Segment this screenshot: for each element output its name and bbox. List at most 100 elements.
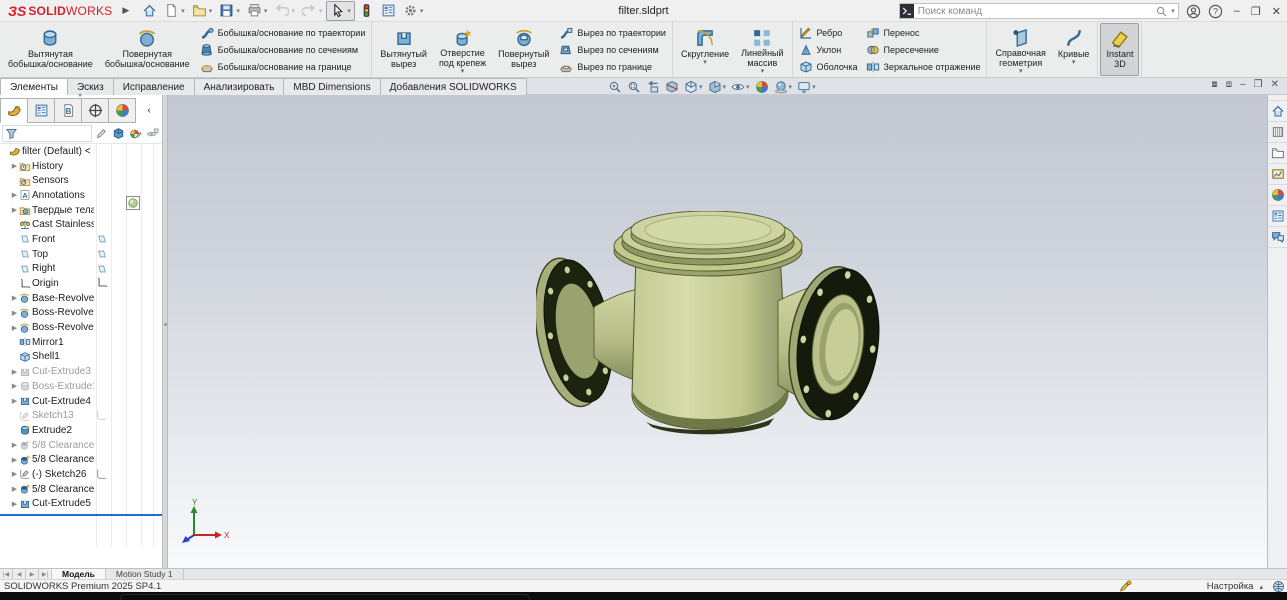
expand-arrow-icon[interactable]: ▶ — [10, 470, 19, 478]
cubecol-column-icon[interactable] — [112, 127, 125, 140]
command-search[interactable]: ▾ — [899, 3, 1179, 19]
pencil-column-icon[interactable] — [95, 127, 108, 140]
dropdown-icon[interactable]: ▾ — [461, 68, 465, 75]
expand-arrow-icon[interactable]: ▶ — [10, 441, 19, 449]
tree-item-boss-revolve2[interactable]: ▶Boss-Revolve2 — [0, 320, 163, 335]
new-document-button[interactable]: ▾ — [161, 1, 188, 21]
nav-next-button[interactable]: ▶ — [26, 569, 39, 579]
intersect-button[interactable]: Пересечение — [866, 41, 981, 58]
tree-filter-input[interactable] — [2, 125, 92, 142]
draft-button[interactable]: Уклон — [799, 41, 858, 58]
lofted-cut-button[interactable]: Вырез по сечениям — [559, 41, 666, 58]
nav-first-button[interactable]: |◀ — [0, 569, 13, 579]
rollback-bar[interactable] — [0, 514, 162, 516]
zoom-to-fit-button[interactable] — [606, 80, 624, 94]
view-settings-button[interactable]: ▾ — [795, 80, 818, 94]
configurationmanager-tab[interactable]: Β — [54, 98, 82, 123]
shell-button[interactable]: Оболочка — [799, 58, 858, 75]
expand-arrow-icon[interactable]: ▶ — [10, 162, 19, 170]
doc-restore-button[interactable]: ❐ — [1254, 79, 1263, 90]
search-input[interactable] — [914, 6, 1155, 17]
edit-appearance-button[interactable] — [753, 80, 771, 94]
appearance-swatch[interactable] — [126, 196, 140, 210]
extruded-boss-base-button[interactable]: Вытянутая бобышка/основание — [2, 23, 99, 76]
doc-minimize-button[interactable]: – — [1240, 79, 1246, 90]
apply-scene-button[interactable]: ▾ — [772, 80, 795, 94]
rebuild-button[interactable] — [356, 1, 377, 21]
expand-arrow-icon[interactable]: ▶ — [10, 206, 19, 214]
doc-close-button[interactable]: ✕ — [1271, 79, 1279, 90]
tree-item-cut-extrude3[interactable]: ▶Cut-Extrude3 — [0, 364, 163, 379]
print-button[interactable]: ▾ — [244, 1, 271, 21]
customize-label[interactable]: Настройка — [1207, 581, 1254, 592]
tree-item-cast-stainless-ste[interactable]: Cast Stainless Ste — [0, 217, 163, 232]
options-list-button[interactable] — [378, 1, 399, 21]
search-dropdown-icon[interactable]: ▾ — [1171, 7, 1175, 15]
tab-элементы[interactable]: Элементы — [0, 78, 68, 95]
tree-item-history[interactable]: ▶History — [0, 159, 163, 174]
tree-item-front[interactable]: Front — [0, 232, 163, 247]
eyecube-column-icon[interactable] — [146, 127, 159, 140]
tree-item-boss-revolve1[interactable]: ▶Boss-Revolve1 — [0, 306, 163, 321]
displaymanager-tab[interactable] — [108, 98, 136, 123]
tab-mbd-dimensions[interactable]: MBD Dimensions — [283, 78, 380, 95]
extruded-cut-button[interactable]: Вытянутый вырез — [374, 23, 433, 76]
part-model[interactable] — [536, 211, 881, 451]
dropdown-icon[interactable]: ▾ — [1072, 59, 1076, 66]
pane-previous-button[interactable]: ⧇ — [1211, 79, 1217, 90]
tree-item-right[interactable]: Right — [0, 262, 163, 277]
curves-button[interactable]: Кривые▾ — [1052, 23, 1096, 76]
help-icon[interactable]: ? — [1208, 4, 1223, 19]
dimxpertmanager-tab[interactable] — [81, 98, 109, 123]
fillet-button[interactable]: Скругление▾ — [675, 23, 735, 76]
view-palette-tab[interactable] — [1268, 164, 1287, 185]
expand-arrow-icon[interactable]: ▶ — [10, 456, 19, 464]
tree-item-sketch13[interactable]: Sketch13 — [0, 408, 163, 423]
dropdown-icon[interactable]: ▾ — [1019, 68, 1023, 75]
nav-prev-button[interactable]: ◀ — [13, 569, 26, 579]
mirror-button[interactable]: Зеркальное отражение — [866, 58, 981, 75]
tree-item-top[interactable]: Top — [0, 247, 163, 262]
nav-last-button[interactable]: ▶| — [39, 569, 52, 579]
tree-item-mirror1[interactable]: Mirror1 — [0, 335, 163, 350]
tab-исправление[interactable]: Исправление — [113, 78, 195, 95]
view-orientation-button[interactable]: ▾ — [682, 80, 705, 94]
tree-item-5-8-clearance-ho[interactable]: ▶5/8 Clearance Ho — [0, 482, 163, 497]
open-button[interactable]: ▾ — [189, 1, 216, 21]
pane-next-button[interactable]: ⧈ — [1226, 79, 1232, 90]
reference-geometry-button[interactable]: Справочная геометрия▾ — [989, 23, 1051, 76]
design-library-tab[interactable] — [1268, 122, 1287, 143]
tree-item-shell1[interactable]: Shell1 — [0, 350, 163, 365]
panel-collapse-icon[interactable]: ‹ — [135, 98, 163, 123]
tab-добавления-solidworks[interactable]: Добавления SOLIDWORKS — [380, 78, 527, 95]
tree-item-boss-extrude1[interactable]: ▶Boss-Extrude1 — [0, 379, 163, 394]
revolved-cut-button[interactable]: Повернутый вырез — [492, 23, 555, 76]
home-button[interactable] — [139, 1, 160, 21]
move-copy-button[interactable]: Перенос — [866, 24, 981, 41]
restore-button[interactable]: ❐ — [1251, 5, 1261, 18]
undo-button[interactable]: ▾ — [271, 1, 298, 21]
dropdown-icon[interactable]: ▾ — [761, 68, 765, 75]
tree-item-sensors[interactable]: Sensors — [0, 173, 163, 188]
tree-item-origin[interactable]: Origin — [0, 276, 163, 291]
redo-button[interactable]: ▾ — [299, 1, 326, 21]
zoom-to-area-button[interactable] — [625, 80, 643, 94]
close-button[interactable]: ✕ — [1272, 5, 1281, 18]
minimize-button[interactable]: – — [1234, 5, 1240, 18]
model-tab-motion-study-1[interactable]: Motion Study 1 — [106, 569, 184, 579]
expand-arrow-icon[interactable]: ▶ — [10, 382, 19, 390]
resources-tab[interactable] — [1268, 101, 1287, 122]
tree-item-extrude2[interactable]: Extrude2 — [0, 423, 163, 438]
boundary-cut-button[interactable]: Вырез по границе — [559, 58, 666, 75]
swept-cut-button[interactable]: Вырез по траектории — [559, 24, 666, 41]
featuremanager-tab[interactable] — [0, 98, 28, 123]
file-explorer-tab[interactable] — [1268, 143, 1287, 164]
tree-item-cut-extrude5[interactable]: ▶Cut-Extrude5 — [0, 497, 163, 512]
display-style-button[interactable]: ▾ — [706, 80, 729, 94]
customize-caret-icon[interactable]: ▴ — [1259, 583, 1263, 591]
logo-expand-arrow-icon[interactable]: ▶ — [122, 5, 129, 16]
instant-3d-button[interactable]: Instant 3D — [1100, 23, 1139, 76]
expand-arrow-icon[interactable]: ▶ — [10, 324, 19, 332]
appearances-tab[interactable] — [1268, 185, 1287, 206]
expand-arrow-icon[interactable]: ▶ — [10, 397, 19, 405]
